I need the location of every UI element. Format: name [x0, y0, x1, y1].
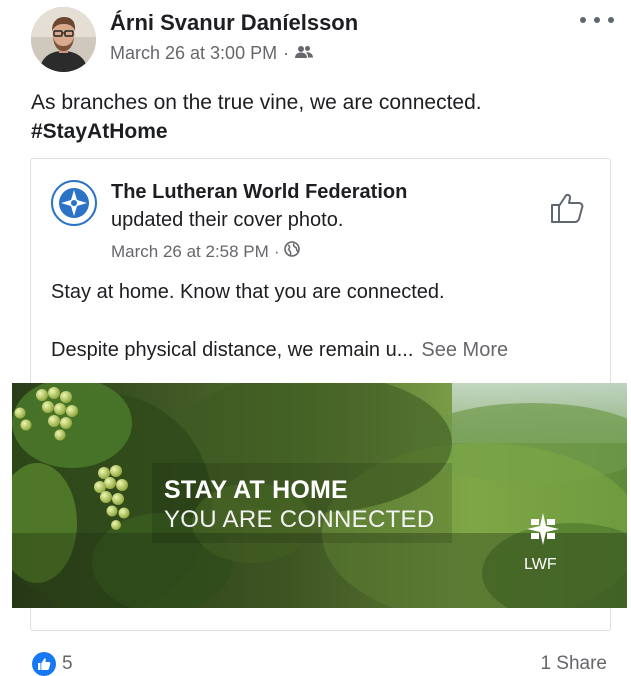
shared-timestamp[interactable]: March 26 at 2:58 PM [111, 242, 269, 262]
post-meta: March 26 at 3:00 PM · [110, 43, 314, 64]
more-options-icon[interactable] [580, 8, 614, 32]
shared-text-preview: Despite physical distance, we remain u..… [51, 339, 508, 362]
meta-separator: · [283, 43, 290, 63]
lwf-logo-text: LWF [524, 556, 557, 573]
avatar-photo [31, 7, 96, 72]
post-message: As branches on the true vine, we are con… [31, 91, 482, 114]
reaction-count: 5 [62, 653, 73, 674]
thumbs-up-icon[interactable] [549, 191, 585, 225]
shared-post-meta: March 26 at 2:58 PM · [111, 241, 301, 262]
post-text: As branches on the true vine, we are con… [31, 88, 611, 146]
lwf-page-logo-icon[interactable] [51, 180, 97, 226]
cover-title: STAY AT HOME [164, 476, 348, 504]
cover-photo[interactable]: STAY AT HOME YOU ARE CONNECTED LWF [12, 383, 627, 608]
lwf-logo-icon [523, 511, 563, 551]
share-count[interactable]: 1 Share [540, 653, 607, 675]
like-reaction-icon [32, 652, 56, 676]
shared-page-name[interactable]: The Lutheran World Federation [111, 181, 407, 204]
shared-text-line: Stay at home. Know that you are connecte… [51, 281, 445, 303]
hashtag-link[interactable]: #StayAtHome [31, 117, 611, 146]
friends-icon[interactable] [295, 43, 314, 64]
shared-page-action: updated their cover photo. [111, 209, 344, 231]
author-avatar[interactable] [31, 7, 96, 72]
post-timestamp[interactable]: March 26 at 3:00 PM [110, 43, 277, 64]
shared-text-truncated: Despite physical distance, we remain u..… [51, 339, 414, 361]
globe-icon[interactable] [284, 241, 301, 262]
reactions-summary[interactable]: 5 [32, 652, 73, 676]
author-name[interactable]: Árni Svanur Daníelsson [110, 10, 358, 36]
see-more-link[interactable]: See More [421, 339, 508, 361]
shared-meta-separator: · [273, 241, 280, 261]
facebook-post: Árni Svanur Daníelsson March 26 at 3:00 … [0, 0, 631, 676]
cover-subtitle: YOU ARE CONNECTED [164, 506, 435, 533]
